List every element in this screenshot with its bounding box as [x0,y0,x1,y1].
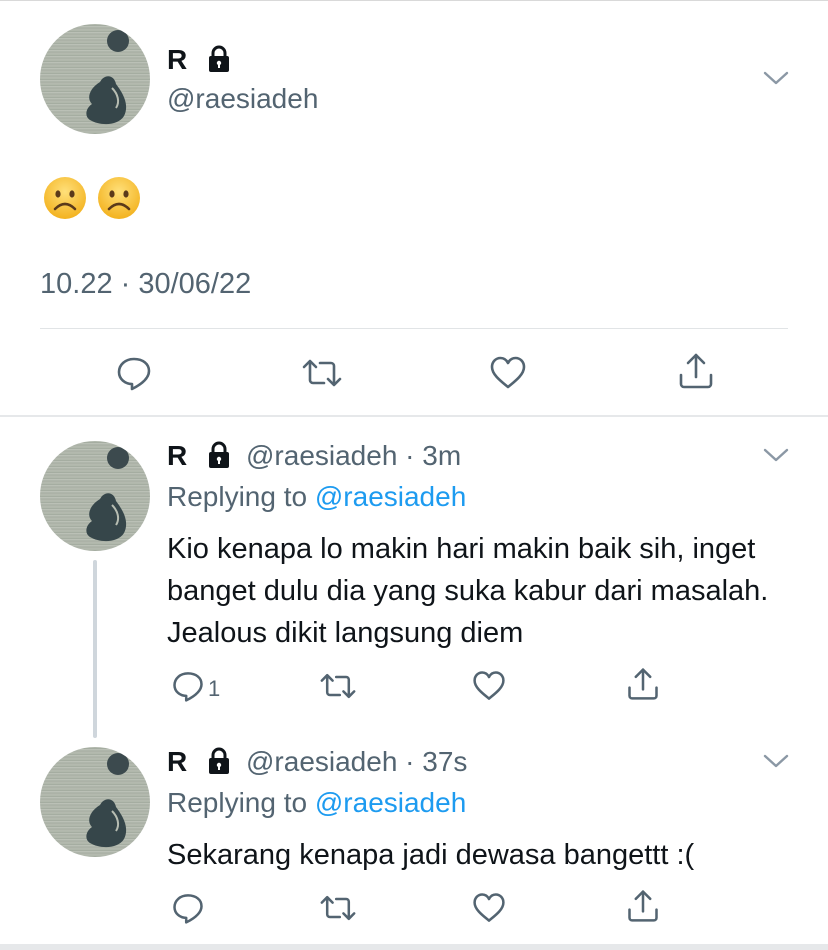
author-name[interactable]: R [167,44,187,76]
like-heart-icon[interactable] [471,668,507,709]
tweet-text: Kio kenapa lo makin hari makin baik sih,… [167,533,769,649]
frowning-face-icon [44,177,86,219]
avatar[interactable] [40,24,150,134]
avatar[interactable] [40,747,150,857]
lock-icon [204,746,234,781]
chevron-down-icon[interactable] [762,443,790,472]
tweet-timestamp[interactable]: 10.22 · 30/06/22 [40,268,251,301]
divider [40,328,788,329]
replying-to-prefix: Replying to [167,481,315,512]
author-handle-time[interactable]: @raesiadeh · 3m [246,440,461,472]
reply-icon[interactable] [170,890,206,931]
lock-icon [204,44,234,79]
retweet-icon[interactable] [318,890,358,931]
reply-icon[interactable] [170,668,206,709]
like-heart-icon[interactable] [488,353,528,398]
replying-to: Replying to @raesiadeh [167,787,466,819]
replying-to-prefix: Replying to [167,787,315,818]
replying-to-link[interactable]: @raesiadeh [315,787,466,818]
share-icon[interactable] [625,666,661,707]
author-handle[interactable]: @raesiadeh [167,83,318,115]
tweet-text: Sekarang kenapa jadi dewasa bangettt :( [167,839,695,871]
tweet-body-emojis [42,175,142,221]
lock-icon [204,440,234,475]
retweet-icon[interactable] [318,668,358,709]
like-heart-icon[interactable] [471,890,507,931]
avatar[interactable] [40,441,150,551]
bottom-divider [0,944,828,950]
reply-icon[interactable] [114,353,154,398]
author-handle-time[interactable]: @raesiadeh · 37s [246,746,467,778]
author-name[interactable]: R [167,746,187,778]
replying-to-link[interactable]: @raesiadeh [315,481,466,512]
top-divider [0,0,828,1]
share-icon[interactable] [676,351,716,396]
reply-count: 1 [208,676,221,701]
retweet-icon[interactable] [300,353,344,398]
chevron-down-icon[interactable] [762,66,790,95]
replying-to: Replying to @raesiadeh [167,481,466,513]
share-icon[interactable] [625,888,661,929]
section-divider [0,415,828,417]
frowning-face-icon [98,177,140,219]
chevron-down-icon[interactable] [762,749,790,778]
author-name[interactable]: R [167,440,187,472]
thread-connector-line [93,560,97,738]
